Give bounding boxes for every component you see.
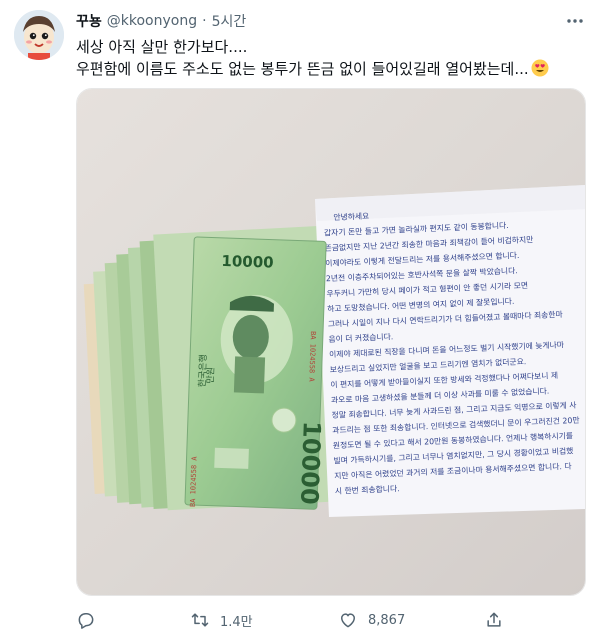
retweet-count: 1.4만 xyxy=(220,614,253,630)
avatar-image xyxy=(14,10,64,60)
separator-dot: · xyxy=(202,13,207,29)
letter-line: 안녕하세요 xyxy=(333,211,369,222)
retweet-button[interactable]: 1.4만 xyxy=(190,610,253,630)
tweet-photo[interactable]: 안녕하세요갑자기 돈만 들고 가면 놀라실까 편지도 같이 동봉합니다.뜬금없지… xyxy=(76,88,586,596)
more-options-button[interactable] xyxy=(564,10,586,32)
retweet-icon xyxy=(191,613,209,627)
user-handle[interactable]: @kkoonyong xyxy=(107,13,197,29)
heart-eyes-emoji-icon xyxy=(531,59,549,77)
tweet-header: 꾸뇽 @kkoonyong · 5시간 xyxy=(76,10,584,32)
svg-text:만원: 만원 xyxy=(205,367,217,384)
reply-button[interactable] xyxy=(76,610,106,630)
svg-text:10000: 10000 xyxy=(295,421,326,505)
reply-icon xyxy=(78,613,94,629)
svg-text:10000: 10000 xyxy=(221,252,274,272)
tweet-line-2-text: 우편함에 이름도 주소도 없는 봉투가 뜬금 없이 들어있길래 열어봤는데... xyxy=(76,60,529,78)
user-display-name[interactable]: 꾸뇽 xyxy=(76,11,102,31)
like-button[interactable]: 8,867 xyxy=(338,610,405,630)
more-icon xyxy=(567,19,583,23)
avatar[interactable] xyxy=(14,10,64,60)
photo-envelope-cash-letter: 안녕하세요갑자기 돈만 들고 가면 놀라실까 편지도 같이 동봉합니다.뜬금없지… xyxy=(77,89,585,595)
top-banknote: 10000 10000 한국은행 만원 BA 1024558 A BA 1024… xyxy=(184,236,327,510)
tweet-line-2: 우편함에 이름도 주소도 없는 봉투가 뜬금 없이 들어있길래 열어봤는데... xyxy=(76,58,584,80)
tweet-timestamp[interactable]: 5시간 xyxy=(212,11,247,31)
like-count: 8,867 xyxy=(368,612,406,628)
tweet-text: 세상 아직 살만 한가보다.... 우편함에 이름도 주소도 없는 봉투가 뜬금… xyxy=(76,36,584,80)
share-button[interactable] xyxy=(484,610,504,630)
tweet-line-1: 세상 아직 살만 한가보다.... xyxy=(76,38,248,56)
heart-icon xyxy=(341,613,355,628)
share-icon xyxy=(487,612,501,627)
tweet-actions: 1.4만 8,867 xyxy=(76,606,586,634)
